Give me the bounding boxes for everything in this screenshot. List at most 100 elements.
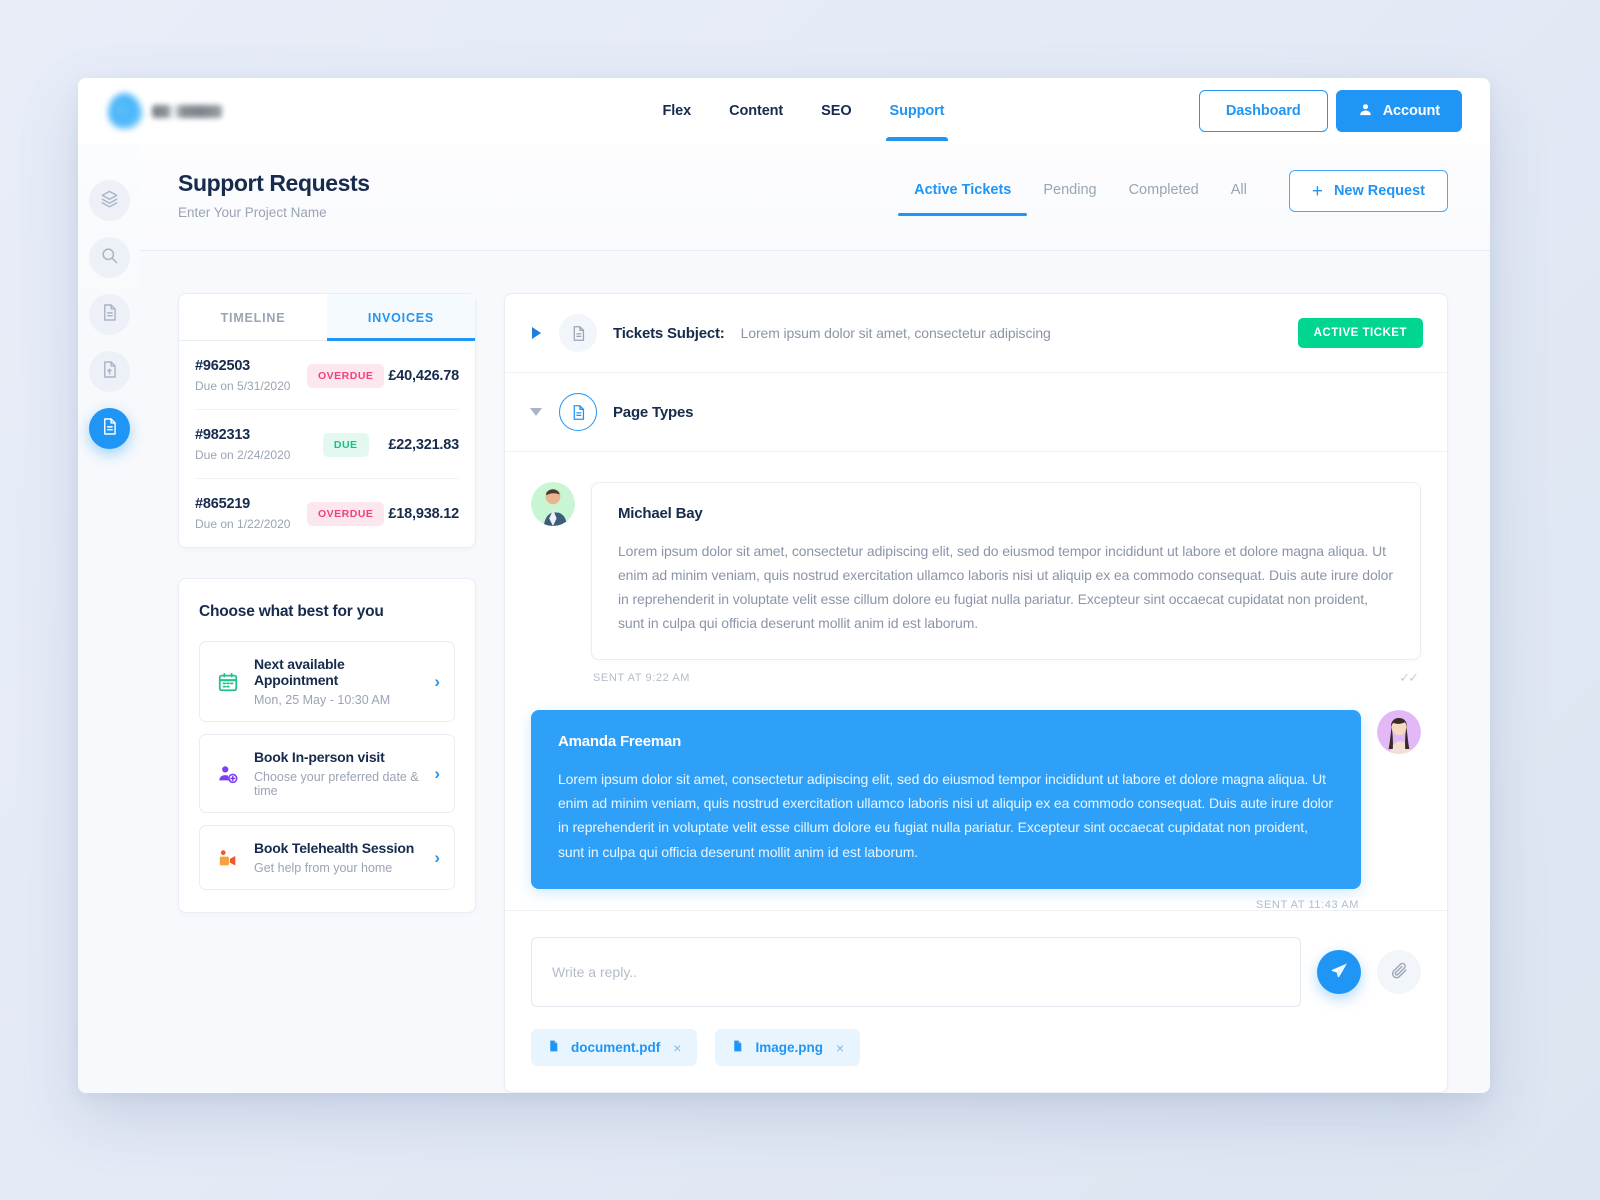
attachment-chip-image[interactable]: Image.png ×: [715, 1029, 861, 1066]
invoice-id: #865219: [195, 496, 251, 512]
nav-actions: Dashboard Account: [1198, 90, 1462, 132]
nav-link-seo[interactable]: SEO: [817, 81, 855, 141]
top-navigation-bar: Flex Content SEO Support Dashboard Accou…: [78, 78, 1490, 144]
page-header: Support Requests Enter Your Project Name…: [140, 144, 1490, 251]
tab-pending[interactable]: Pending: [1027, 172, 1112, 216]
ticket-filter-tabs: Active Tickets Pending Completed All: [898, 172, 1263, 216]
invoice-due-date: Due on 1/22/2020: [195, 517, 291, 531]
choose-options-card: Choose what best for you Next available …: [178, 578, 476, 913]
tab-invoices[interactable]: INVOICES: [327, 294, 475, 341]
message-thread: Michael Bay Lorem ipsum dolor sit amet, …: [505, 452, 1447, 910]
option-subtitle: Choose your preferred date & time: [254, 770, 419, 798]
reply-row: [531, 937, 1421, 1007]
new-request-button[interactable]: + New Request: [1288, 170, 1448, 212]
send-button[interactable]: [1317, 950, 1361, 994]
status-badge: OVERDUE: [306, 363, 385, 388]
attachment-chips: document.pdf × Image.png ×: [531, 1029, 1421, 1066]
attachment-chip-document[interactable]: document.pdf ×: [531, 1029, 698, 1066]
right-column: Tickets Subject: Lorem ipsum dolor sit a…: [504, 293, 1448, 1093]
chevron-down-icon[interactable]: [529, 408, 543, 416]
user-icon: [1358, 102, 1373, 121]
brand-logo[interactable]: [106, 91, 408, 131]
search-icon: [100, 246, 119, 270]
option-next-appointment[interactable]: Next available Appointment Mon, 25 May -…: [199, 641, 455, 722]
message-author: Amanda Freeman: [558, 733, 682, 751]
tab-completed[interactable]: Completed: [1113, 172, 1215, 216]
invoice-id: #982313: [195, 427, 251, 443]
status-badge: ACTIVE TICKET: [1297, 318, 1423, 348]
option-in-person-visit[interactable]: Book In-person visit Choose your preferr…: [199, 734, 455, 813]
reply-input[interactable]: [531, 937, 1301, 1007]
chevron-right-icon: ›: [434, 763, 440, 783]
message-author: Michael Bay: [618, 505, 703, 522]
page-types-row[interactable]: Page Types: [505, 373, 1447, 452]
dashboard-button[interactable]: Dashboard: [1198, 90, 1328, 132]
message-text: Lorem ipsum dolor sit amet, consectetur …: [618, 543, 1393, 632]
file-icon: [547, 1039, 560, 1056]
ticket-subject-row[interactable]: Tickets Subject: Lorem ipsum dolor sit a…: [505, 294, 1447, 373]
page-title: Support Requests: [178, 170, 370, 196]
file-icon: [731, 1039, 744, 1056]
content-grid: TIMELINE INVOICES #962503 Due on 5/31/20…: [140, 251, 1490, 1093]
invoice-due-date: Due on 2/24/2020: [195, 448, 291, 462]
option-text: Book In-person visit Choose your preferr…: [254, 749, 420, 798]
page-types-label: Page Types: [613, 403, 694, 421]
telehealth-icon: [216, 846, 240, 870]
table-row[interactable]: #865219 Due on 1/22/2020 OVERDUE £18,938…: [195, 479, 459, 547]
logo-mark-icon: [106, 91, 144, 131]
plus-icon: +: [1311, 180, 1323, 202]
attachment-name: document.pdf: [571, 1040, 661, 1055]
avatar: [1377, 710, 1421, 755]
invoice-meta: #982313 Due on 2/24/2020: [195, 427, 303, 462]
nav-link-flex[interactable]: Flex: [658, 81, 695, 141]
rail-item-search[interactable]: [88, 237, 130, 278]
table-row[interactable]: #962503 Due on 5/31/2020 OVERDUE £40,426…: [195, 341, 459, 410]
layers-icon: [100, 189, 119, 213]
message-text: Lorem ipsum dolor sit amet, consectetur …: [558, 771, 1333, 860]
body-split: Support Requests Enter Your Project Name…: [78, 144, 1490, 1093]
message-incoming: Michael Bay Lorem ipsum dolor sit amet, …: [531, 482, 1421, 661]
attachment-name: Image.png: [755, 1040, 823, 1055]
nav-link-support[interactable]: Support: [885, 81, 949, 141]
tab-active-tickets[interactable]: Active Tickets: [898, 172, 1028, 216]
option-telehealth-session[interactable]: Book Telehealth Session Get help from yo…: [199, 825, 455, 890]
close-icon[interactable]: ×: [836, 1040, 844, 1056]
invoice-amount: £22,321.83: [388, 436, 459, 453]
message-footer: SENT AT 9:22 AM ✓✓: [531, 670, 1421, 686]
rail-item-layers[interactable]: [88, 180, 130, 221]
page-subtitle: Enter Your Project Name: [178, 205, 327, 220]
status-badge: DUE: [322, 432, 369, 457]
reply-composer: document.pdf × Image.png ×: [505, 910, 1447, 1092]
tab-timeline[interactable]: TIMELINE: [179, 294, 327, 340]
document-upload-icon: [100, 360, 119, 384]
message-footer: SENT AT 11:43 AM: [531, 899, 1421, 910]
message-bubble: Amanda Freeman Lorem ipsum dolor sit ame…: [531, 710, 1361, 889]
logo-wordmark: [152, 104, 222, 118]
message-bubble: Michael Bay Lorem ipsum dolor sit amet, …: [591, 482, 1421, 661]
chevron-right-icon[interactable]: [529, 327, 543, 339]
rail-item-document-upload[interactable]: [88, 351, 130, 392]
invoice-meta: #865219 Due on 1/22/2020: [195, 496, 303, 531]
tab-all[interactable]: All: [1215, 172, 1263, 216]
invoice-amount: £18,938.12: [388, 505, 459, 522]
invoices-card-tabs: TIMELINE INVOICES: [179, 294, 475, 341]
option-title: Book In-person visit: [254, 749, 385, 765]
choose-card-title: Choose what best for you: [199, 603, 384, 620]
invoice-status-wrap: OVERDUE: [303, 501, 388, 526]
table-row[interactable]: #982313 Due on 2/24/2020 DUE £22,321.83: [195, 410, 459, 479]
page-header-left: Support Requests Enter Your Project Name: [178, 170, 370, 250]
rail-item-support-active[interactable]: [88, 408, 130, 449]
nav-link-content[interactable]: Content: [725, 81, 787, 141]
left-column: TIMELINE INVOICES #962503 Due on 5/31/20…: [178, 293, 476, 1093]
rail-item-document[interactable]: [88, 294, 130, 335]
invoice-meta: #962503 Due on 5/31/2020: [195, 358, 303, 393]
invoice-status-wrap: DUE: [303, 432, 388, 457]
account-button-label: Account: [1382, 103, 1440, 119]
person-add-icon: [216, 762, 240, 786]
close-icon[interactable]: ×: [673, 1040, 681, 1056]
attach-button[interactable]: [1377, 950, 1421, 994]
chevron-right-icon: ›: [434, 671, 440, 691]
document-active-icon: [100, 417, 119, 441]
chevron-right-icon: ›: [434, 847, 440, 867]
account-button[interactable]: Account: [1335, 90, 1462, 132]
